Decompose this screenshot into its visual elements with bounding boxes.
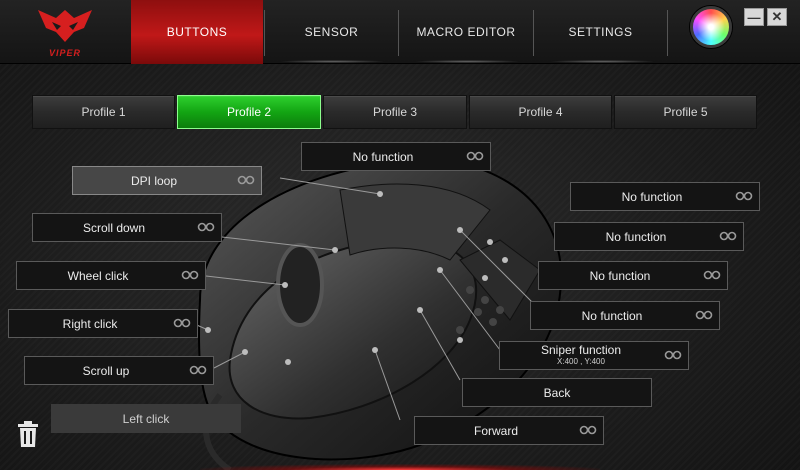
assign-label: No function — [621, 189, 683, 204]
link-icon — [466, 151, 484, 161]
assign-wheel-click[interactable]: Wheel click — [16, 261, 206, 290]
nav-divider — [667, 10, 668, 56]
tab-settings[interactable]: SETTINGS — [534, 0, 667, 64]
logo-text: VIPER — [48, 48, 81, 58]
assign-label: DPI loop — [130, 173, 178, 188]
profile-label: Profile 5 — [663, 105, 708, 119]
profile-label: Profile 3 — [372, 105, 418, 119]
link-icon — [181, 270, 199, 280]
viper-logo-icon — [38, 10, 92, 42]
assign-top-center[interactable]: No function — [301, 142, 491, 171]
viper-logo: VIPER — [30, 6, 100, 58]
assign-label: No function — [581, 308, 643, 323]
assign-label: Right click — [62, 316, 118, 331]
tab-glow — [280, 60, 385, 63]
tab-glow — [415, 60, 520, 63]
profile-4-button[interactable]: Profile 4 — [469, 95, 612, 129]
link-icon — [664, 350, 682, 360]
tab-macro-editor[interactable]: MACRO EDITOR — [399, 0, 533, 64]
profile-label: Profile 4 — [518, 105, 563, 119]
tab-macro-editor-label: MACRO EDITOR — [416, 25, 516, 39]
footer-glow — [200, 464, 600, 470]
app-window: VIPER BUTTONS SENSOR MACRO EDITOR SETTIN… — [0, 0, 800, 470]
rgb-color-wheel-icon[interactable] — [690, 6, 732, 48]
profile-2-button[interactable]: Profile 2 — [177, 95, 321, 129]
profile-label: Profile 2 — [226, 105, 272, 119]
link-icon — [719, 231, 737, 241]
assign-left-click[interactable]: Left click — [51, 404, 241, 433]
tab-buttons[interactable]: BUTTONS — [131, 0, 263, 64]
profile-label: Profile 1 — [81, 105, 126, 119]
assign-back[interactable]: Back — [462, 378, 652, 407]
top-navigation: VIPER BUTTONS SENSOR MACRO EDITOR SETTIN… — [0, 0, 800, 64]
assign-label: No function — [352, 149, 414, 164]
link-icon — [197, 222, 215, 232]
assign-side-1[interactable]: No function — [570, 182, 760, 211]
tab-glow — [550, 60, 655, 63]
link-icon — [579, 425, 597, 435]
assign-label: Wheel click — [67, 268, 129, 283]
assign-sniper[interactable]: Sniper function X:400 , Y:400 — [499, 341, 689, 370]
assign-side-4[interactable]: No function — [530, 301, 720, 330]
assign-scroll-up[interactable]: Scroll up — [24, 356, 214, 385]
minimize-icon: — — [747, 9, 761, 25]
minimize-button[interactable]: — — [744, 8, 764, 26]
link-icon — [237, 175, 255, 185]
assign-label: Back — [543, 385, 571, 400]
profile-1-button[interactable]: Profile 1 — [32, 95, 175, 129]
assign-label: No function — [589, 268, 651, 283]
assign-forward[interactable]: Forward — [414, 416, 604, 445]
link-icon — [189, 365, 207, 375]
assign-label: Left click — [122, 411, 170, 426]
tab-settings-label: SETTINGS — [568, 25, 633, 39]
link-icon — [735, 191, 753, 201]
profile-3-button[interactable]: Profile 3 — [323, 95, 467, 129]
assign-dpi-loop[interactable]: DPI loop — [72, 166, 262, 195]
sniper-dpi-value: X:400 , Y:400 — [557, 356, 605, 366]
trash-icon[interactable] — [16, 420, 40, 448]
link-icon — [695, 310, 713, 320]
assign-side-3[interactable]: No function — [538, 261, 728, 290]
assign-side-2[interactable]: No function — [554, 222, 744, 251]
close-icon: ✕ — [771, 9, 783, 24]
tab-buttons-label: BUTTONS — [166, 25, 228, 39]
tab-sensor-label: SENSOR — [304, 25, 359, 39]
assign-label-group: Sniper function X:400 , Y:400 — [500, 342, 662, 369]
assign-label: Scroll up — [82, 363, 130, 378]
assign-label: Forward — [473, 423, 518, 438]
assign-right-click[interactable]: Right click — [8, 309, 198, 338]
link-icon — [703, 270, 721, 280]
assign-label: Scroll down — [82, 220, 146, 235]
assign-label: No function — [605, 229, 667, 244]
link-icon — [173, 318, 191, 328]
assign-label: Sniper function — [540, 342, 622, 357]
close-button[interactable]: ✕ — [767, 8, 787, 26]
tab-sensor[interactable]: SENSOR — [265, 0, 398, 64]
profile-5-button[interactable]: Profile 5 — [614, 95, 757, 129]
assign-scroll-down[interactable]: Scroll down — [32, 213, 222, 242]
